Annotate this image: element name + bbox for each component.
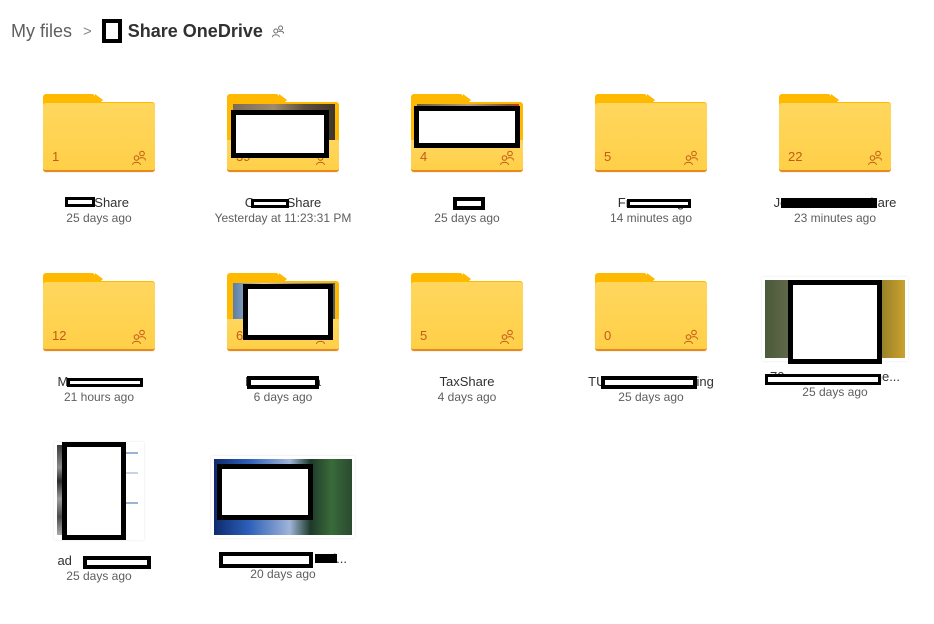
folder-tile[interactable]: 5 TaxShare 4 days ago [375, 273, 559, 405]
redaction-box [217, 464, 313, 520]
item-name[interactable]: TU ring [559, 373, 743, 390]
redaction-box [62, 442, 126, 540]
item-count: 12 [52, 328, 67, 343]
item-count: 22 [788, 149, 803, 164]
breadcrumb-my-files[interactable]: My files [11, 21, 72, 42]
item-name[interactable] [375, 194, 559, 211]
image-thumbnail [211, 456, 355, 538]
folder-tile[interactable]: 12 Ma e 21 hours ago [7, 273, 191, 405]
shared-people-icon [684, 150, 698, 165]
folder-tile[interactable]: 4 25 days ago [375, 94, 559, 226]
shared-people-icon [132, 150, 146, 165]
item-name[interactable]: ad [7, 552, 191, 569]
breadcrumb-current-folder: Share OneDrive [127, 20, 263, 41]
item-date: 25 days ago [66, 569, 132, 583]
document-thumbnail [54, 442, 144, 540]
image-tile[interactable]: Re ni... 20 days ago [191, 442, 375, 582]
item-count: 5 [604, 149, 612, 164]
image-thumbnail [762, 277, 908, 364]
folder-icon: 4 [411, 94, 523, 172]
redaction-box [231, 110, 329, 158]
item-name[interactable]: Ma e [7, 373, 191, 390]
shared-people-icon [684, 329, 698, 344]
redaction-box [788, 280, 882, 364]
item-name[interactable]: Re ni... [191, 550, 375, 568]
folder-tile[interactable]: 22 Je hare 23 minutes ago [743, 94, 927, 226]
shared-people-icon [132, 329, 146, 344]
item-name[interactable]: C Share [191, 194, 375, 211]
item-count: 5 [420, 328, 428, 343]
folder-tile[interactable]: 1 Share 25 days ago [7, 94, 191, 226]
item-date: 25 days ago [66, 211, 132, 225]
item-date: 21 hours ago [63, 390, 135, 404]
item-name[interactable]: TaxShare [375, 373, 559, 390]
item-date: 6 days ago [253, 390, 313, 404]
item-count: 4 [420, 149, 428, 164]
redaction-box [243, 284, 333, 340]
folder-icon: 0 [595, 273, 707, 351]
folder-icon: 22 [779, 94, 891, 172]
folder-tile[interactable]: 5 Fr g 14 minutes ago [559, 94, 743, 226]
shared-people-icon [500, 329, 514, 344]
shared-people-icon [500, 150, 514, 165]
item-date: 25 days ago [434, 211, 500, 225]
redaction-box [414, 106, 520, 148]
redaction-box [101, 19, 122, 43]
item-name[interactable]: Je hare [743, 194, 927, 211]
folder-icon: 6 [227, 273, 339, 351]
folder-icon: 5 [595, 94, 707, 172]
item-date: 25 days ago [618, 390, 684, 404]
item-name[interactable]: Share [7, 194, 191, 211]
item-date: 14 minutes ago [609, 211, 693, 225]
folder-icon: 12 [43, 273, 155, 351]
item-name[interactable]: 70 one... [743, 368, 927, 385]
folder-icon: 5 [411, 273, 523, 351]
shared-people-icon [868, 150, 882, 165]
item-name[interactable]: M ta [191, 373, 375, 390]
item-count: 0 [604, 328, 612, 343]
folder-icon: 1 [43, 94, 155, 172]
folder-icon: 39 [227, 94, 339, 172]
item-count: 1 [52, 149, 60, 164]
item-date: Yesterday at 11:23:31 PM [214, 211, 352, 225]
chevron-right-icon: > [83, 22, 92, 40]
item-date: 20 days ago [250, 567, 316, 581]
folder-tile[interactable]: 39 C Share Yesterday at 11:23:31 PM [191, 94, 375, 226]
folder-tile[interactable]: 0 TU ring 25 days ago [559, 273, 743, 405]
breadcrumb: My files > Share OneDrive [11, 18, 285, 44]
item-date: 23 minutes ago [793, 211, 877, 225]
item-date: 25 days ago [802, 385, 868, 399]
image-tile[interactable]: 70 one... 25 days ago [743, 273, 927, 400]
item-date: 4 days ago [437, 390, 497, 404]
folder-tile[interactable]: 6 M ta 6 days ago [191, 273, 375, 405]
item-name[interactable]: Fr g [559, 194, 743, 211]
document-tile[interactable]: ad 25 days ago [7, 442, 191, 584]
shared-people-icon[interactable] [271, 24, 285, 38]
